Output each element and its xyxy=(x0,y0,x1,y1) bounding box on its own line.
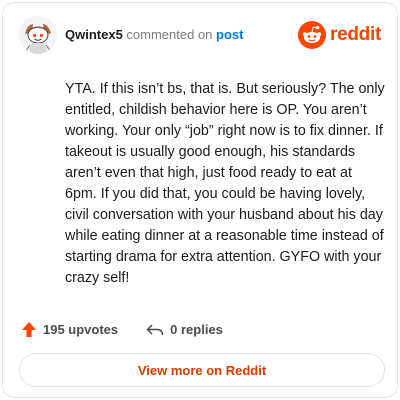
upvote-count: 195 upvotes xyxy=(43,322,119,337)
reply-button[interactable]: 0 replies xyxy=(146,322,223,337)
avatar-icon[interactable] xyxy=(19,16,57,54)
upvote-arrow-icon xyxy=(22,322,36,337)
reddit-wordmark: reddit xyxy=(330,24,381,45)
comment-embed-card: Qwintex5 commented on post reddit YTA. I… xyxy=(2,2,398,398)
comment-body: YTA. If this isn’t bs, that is. But seri… xyxy=(65,81,385,286)
comment-byline: Qwintex5 commented on post xyxy=(65,27,244,43)
reply-count: 0 replies xyxy=(170,322,223,337)
post-link[interactable]: post xyxy=(216,27,243,42)
comment-actions: 195 upvotes 0 replies xyxy=(21,321,223,338)
reddit-logo-icon xyxy=(298,21,327,49)
username-link[interactable]: Qwintex5 xyxy=(65,27,123,42)
commented-on-text: commented on xyxy=(126,27,213,42)
reddit-brand-link[interactable]: reddit xyxy=(298,21,381,49)
upvote-button[interactable]: 195 upvotes xyxy=(21,321,118,338)
reply-arrow-icon xyxy=(146,323,164,335)
comment-header: Qwintex5 commented on post reddit xyxy=(19,15,381,55)
view-more-button[interactable]: View more on Reddit xyxy=(19,353,385,387)
